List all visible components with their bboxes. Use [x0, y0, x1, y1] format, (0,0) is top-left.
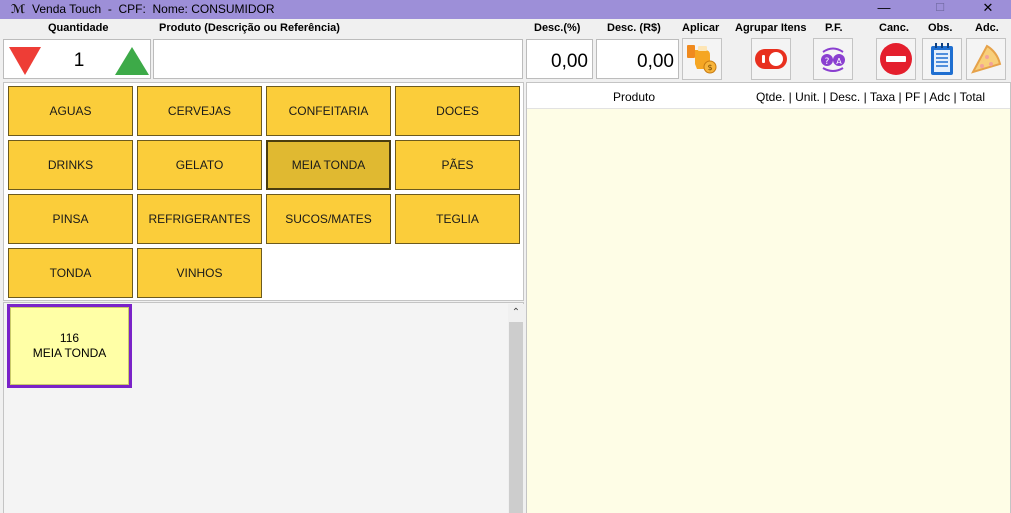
svg-text:A: A	[836, 57, 842, 66]
hand-coin-icon: $	[687, 45, 717, 74]
category-pinsa[interactable]: PINSA	[8, 194, 133, 244]
category-cervejas[interactable]: CERVEJAS	[137, 86, 262, 136]
no-entry-icon	[880, 43, 912, 75]
product-item-code: 116	[59, 331, 80, 345]
category-sucos-mates[interactable]: SUCOS/MATES	[266, 194, 391, 244]
category-vinhos[interactable]: VINHOS	[137, 248, 262, 298]
minimize-button[interactable]: —	[861, 0, 907, 19]
cancel-label: Canc.	[879, 22, 909, 34]
category-aguas[interactable]: AGUAS	[8, 86, 133, 136]
increase-quantity-button[interactable]	[115, 47, 149, 75]
category-teglia[interactable]: TEGLIA	[395, 194, 520, 244]
scroll-up-icon[interactable]: ⌃	[508, 304, 524, 321]
scrollbar-thumb[interactable]	[509, 322, 523, 513]
discount-percent-field[interactable]: 0,00	[526, 39, 593, 79]
group-items-label: Agrupar Itens	[735, 22, 807, 34]
app-logo-icon: ℳ	[11, 2, 26, 16]
add-extra-button[interactable]	[966, 38, 1006, 80]
category-paes[interactable]: PÃES	[395, 140, 520, 190]
apply-discount-button[interactable]: $	[682, 38, 722, 80]
quantity-value[interactable]: 1	[54, 50, 104, 72]
group-items-toggle[interactable]	[751, 38, 791, 80]
cart-panel: Produto Qtde. | Unit. | Desc. | Taxa | P…	[526, 82, 1011, 513]
discount-value-field[interactable]: 0,00	[596, 39, 679, 79]
apply-label: Aplicar	[682, 22, 720, 34]
category-refrigerantes[interactable]: REFRIGERANTES	[137, 194, 262, 244]
close-button[interactable]: ✕	[965, 0, 1011, 19]
decrease-quantity-button[interactable]	[9, 47, 41, 75]
product-label: Produto (Descrição ou Referência)	[159, 22, 340, 34]
category-doces[interactable]: DOCES	[395, 86, 520, 136]
discount-value-label: Desc. (R$)	[607, 22, 661, 34]
observation-button[interactable]	[922, 38, 962, 80]
category-tonda[interactable]: TONDA	[8, 248, 133, 298]
product-search-input[interactable]	[153, 39, 523, 79]
category-meia-tonda[interactable]: MEIA TONDA	[266, 140, 391, 190]
notepad-icon	[931, 43, 953, 75]
maximize-button[interactable]: ☐	[917, 0, 963, 19]
discount-percent-label: Desc.(%)	[534, 22, 581, 34]
cart-col-details: Qtde. | Unit. | Desc. | Taxa | PF | Adc …	[756, 90, 986, 104]
cart-col-product: Produto	[613, 90, 656, 104]
category-drinks[interactable]: DRINKS	[8, 140, 133, 190]
items-scrollbar[interactable]: ⌃	[508, 304, 524, 513]
pf-label: P.F.	[825, 22, 843, 34]
quantity-stepper: 1	[3, 39, 151, 79]
svg-text:$: $	[707, 63, 712, 72]
product-items-panel: 116 MEIA TONDA ⌃	[3, 302, 524, 513]
cycle-arrows-icon: ? A	[821, 47, 845, 72]
cart-header: Produto Qtde. | Unit. | Desc. | Taxa | P…	[527, 83, 1010, 109]
product-item-card[interactable]: 116 MEIA TONDA	[7, 304, 132, 388]
category-confeitaria[interactable]: CONFEITARIA	[266, 86, 391, 136]
obs-label: Obs.	[928, 22, 953, 34]
cancel-item-button[interactable]	[876, 38, 916, 80]
quantity-label: Quantidade	[48, 22, 109, 34]
pf-button[interactable]: ? A	[813, 38, 853, 80]
add-label: Adc.	[975, 22, 999, 34]
window-titlebar: ℳ Venda Touch - CPF: Nome: CONSUMIDOR — …	[0, 0, 1011, 19]
window-title: Venda Touch - CPF: Nome: CONSUMIDOR	[32, 2, 275, 16]
svg-text:?: ?	[825, 57, 830, 67]
product-item-name: MEIA TONDA	[32, 346, 107, 360]
category-panel: AGUAS CERVEJAS CONFEITARIA DOCES DRINKS …	[3, 82, 524, 301]
category-gelato[interactable]: GELATO	[137, 140, 262, 190]
pizza-slice-icon	[970, 44, 1002, 74]
toggle-switch-icon	[755, 49, 787, 69]
